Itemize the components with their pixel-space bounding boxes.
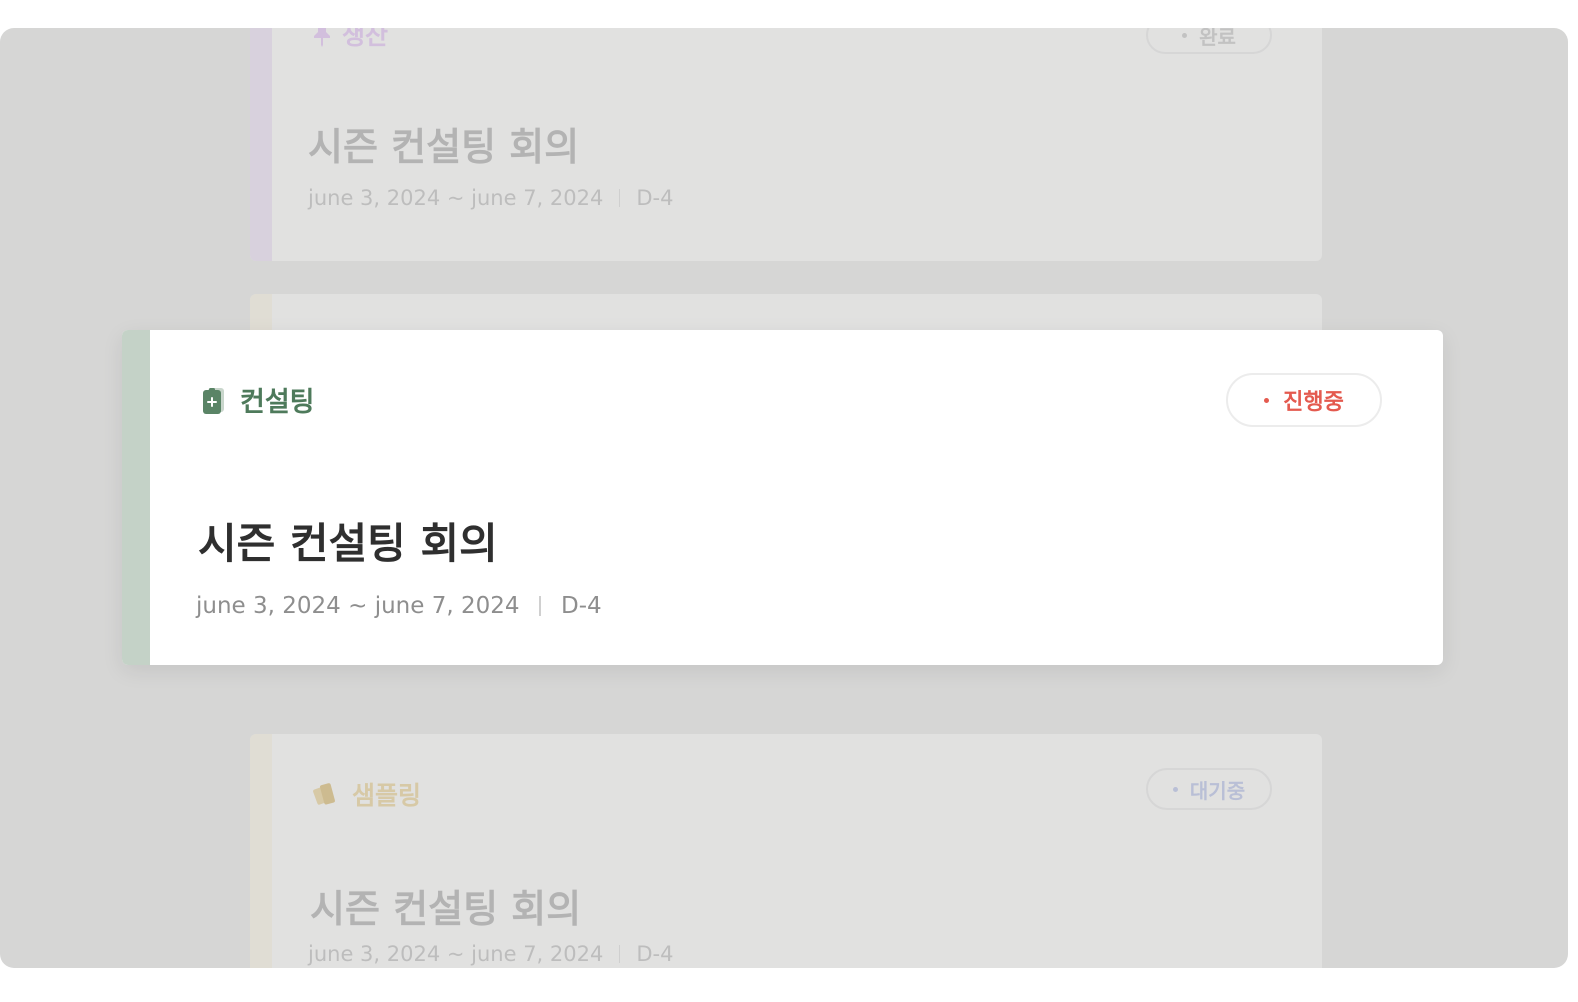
- status-badge-label: 완료: [1199, 28, 1236, 49]
- status-badge-label: 진행중: [1283, 390, 1344, 415]
- card-title: 시즌 컨설팅 회의: [198, 519, 498, 568]
- status-badge: 대기중: [1146, 768, 1272, 810]
- clipboard-icon: [200, 385, 228, 415]
- card-date-range: june 3, 2024 ~ june 7, 2024: [196, 593, 520, 619]
- card-dday: D-4: [560, 593, 602, 619]
- card-meta: june 3, 2024 ~ june 7, 2024 D-4: [196, 593, 602, 619]
- meta-divider: [619, 945, 621, 963]
- project-card-production[interactable]: 생산 완료 시즌 컨설팅 회의 june 3, 2024 ~ june 7, 2…: [250, 28, 1322, 261]
- swatch-icon: [312, 780, 342, 808]
- card-date-range: june 3, 2024 ~ june 7, 2024: [308, 186, 604, 210]
- card-meta: june 3, 2024 ~ june 7, 2024 D-4: [308, 942, 673, 966]
- card-category-label: 컨설팅: [240, 387, 315, 418]
- project-card-sampling[interactable]: 샘플링 대기중 시즌 컨설팅 회의 june 3, 2024 ~ june 7,…: [250, 734, 1322, 968]
- card-title: 시즌 컨설팅 회의: [310, 887, 582, 931]
- card-category-label: 샘플링: [352, 781, 422, 810]
- card-accent-stripe: [122, 330, 150, 665]
- status-dot: [1264, 397, 1270, 403]
- meta-divider: [619, 189, 621, 207]
- card-meta: june 3, 2024 ~ june 7, 2024 D-4: [308, 186, 673, 210]
- pin-icon: [312, 28, 332, 47]
- backdrop-overlay: 생산 완료 시즌 컨설팅 회의 june 3, 2024 ~ june 7, 2…: [0, 28, 1568, 968]
- card-dday: D-4: [636, 942, 674, 966]
- status-dot: [1172, 786, 1178, 792]
- card-category: 샘플링: [312, 776, 421, 812]
- meta-divider: [539, 596, 541, 616]
- status-badge: 완료: [1146, 28, 1272, 54]
- card-accent-stripe: [250, 28, 272, 261]
- card-category: 컨설팅: [200, 380, 315, 419]
- project-card-consulting-active[interactable]: 컨설팅 진행중 시즌 컨설팅 회의 june 3, 2024 ~ june 7,…: [122, 330, 1443, 665]
- card-category-label: 생산: [342, 28, 389, 50]
- card-title: 시즌 컨설팅 회의: [308, 125, 580, 169]
- status-badge: 진행중: [1226, 373, 1382, 427]
- card-accent-stripe: [250, 734, 272, 968]
- status-badge-label: 대기중: [1189, 778, 1246, 803]
- card-dday: D-4: [636, 186, 674, 210]
- card-category: 생산: [312, 28, 388, 52]
- card-date-range: june 3, 2024 ~ june 7, 2024: [308, 942, 604, 966]
- status-dot: [1182, 32, 1188, 38]
